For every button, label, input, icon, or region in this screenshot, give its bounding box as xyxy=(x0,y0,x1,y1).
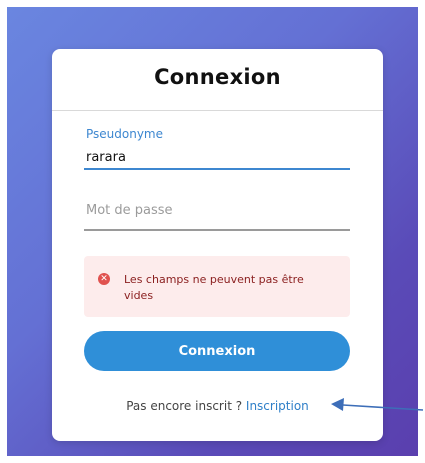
login-title: Connexion xyxy=(154,65,281,89)
login-card: Connexion Pseudonyme ✕ Les champs ne peu… xyxy=(52,49,383,441)
error-alert: ✕ Les champs ne peuvent pas être vides xyxy=(84,256,350,317)
signup-link[interactable]: Inscription xyxy=(246,399,309,413)
annotation-arrow xyxy=(331,398,424,411)
username-field: Pseudonyme xyxy=(84,124,350,172)
username-label: Pseudonyme xyxy=(86,127,164,141)
username-input[interactable] xyxy=(84,146,350,170)
login-button[interactable]: Connexion xyxy=(84,331,350,371)
screenshot-stage: Connexion Pseudonyme ✕ Les champs ne peu… xyxy=(0,0,425,463)
error-message: Les champs ne peuvent pas être vides xyxy=(124,273,304,302)
password-input[interactable] xyxy=(84,191,350,231)
x-circle-icon: ✕ xyxy=(98,273,110,285)
signup-prompt: Pas encore inscrit ? xyxy=(126,399,243,413)
title-divider xyxy=(52,110,383,111)
password-field xyxy=(84,189,350,234)
